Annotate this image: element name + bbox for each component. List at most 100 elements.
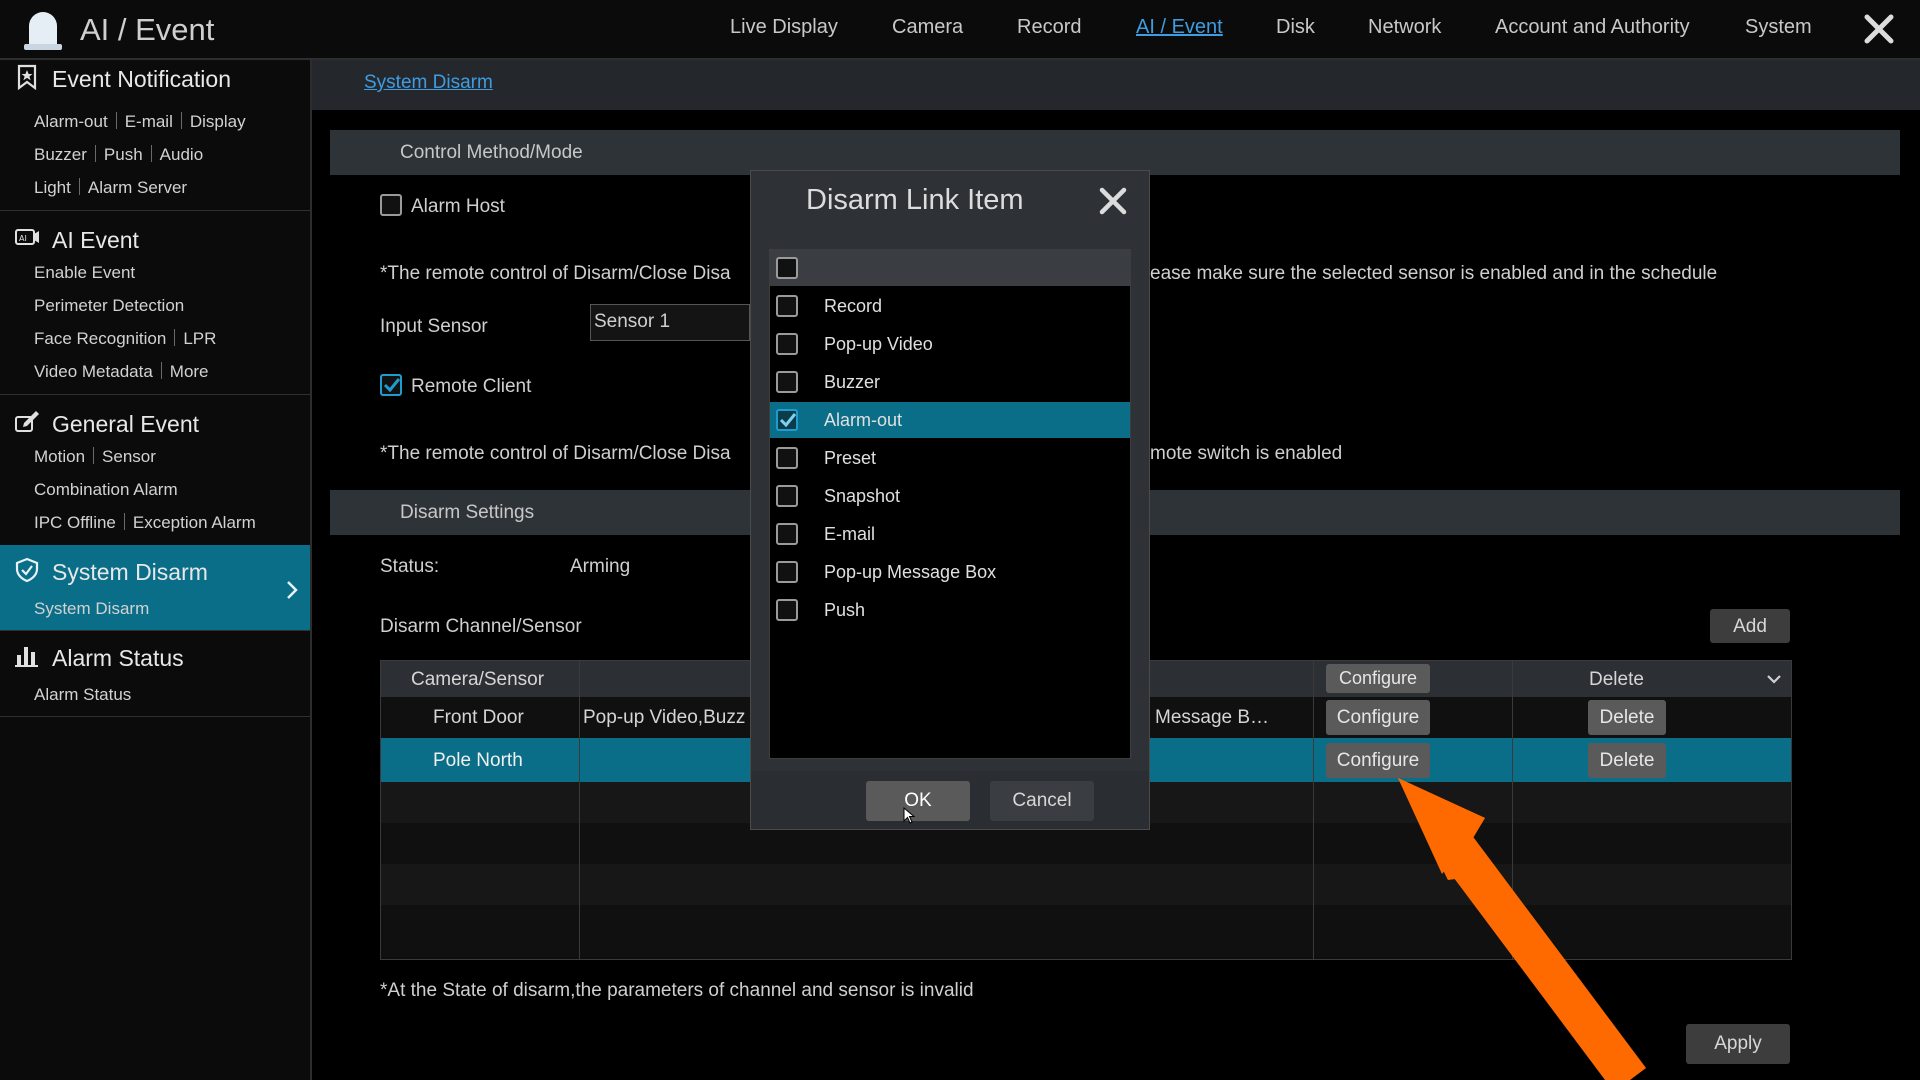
link-item-alarm-out[interactable]: Alarm-out (770, 402, 1130, 438)
sidebar-item-system-disarm[interactable]: System Disarm (34, 599, 149, 618)
close-icon[interactable] (1862, 12, 1896, 46)
shield-icon (15, 557, 39, 583)
sidebar-section-ai-event: AI AI Event Enable Event Perimeter Detec… (0, 211, 310, 395)
sidebar-item-alarm-status[interactable]: Alarm Status (34, 685, 131, 704)
section-title: Control Method/Mode (400, 142, 583, 163)
remote-client-note-tail: mote switch is enabled (1150, 443, 1343, 464)
configure-button[interactable]: Configure (1326, 700, 1430, 735)
sidebar-section-header[interactable]: Event Notification (0, 60, 310, 96)
sidebar-section-title: System Disarm (52, 559, 208, 585)
row-link-items-tail: Message B… (1155, 707, 1270, 728)
sidebar-item-alarm-out[interactable]: Alarm-out (34, 112, 108, 131)
sidebar-item-combination-alarm[interactable]: Combination Alarm (34, 480, 178, 499)
preset-checkbox[interactable] (776, 447, 798, 469)
link-item-popup-message-box[interactable]: Pop-up Message Box (770, 554, 1130, 590)
sidebar-section-header[interactable]: AI AI Event (0, 221, 310, 257)
link-item-label: Alarm-out (824, 410, 903, 430)
nav-live-display[interactable]: Live Display (730, 16, 838, 39)
sidebar-item-face-recognition[interactable]: Face Recognition (34, 329, 166, 348)
delete-button[interactable]: Delete (1588, 743, 1666, 778)
table-row-empty (381, 905, 1791, 957)
alarm-host-checkbox[interactable] (380, 194, 402, 216)
configure-button[interactable]: Configure (1326, 743, 1430, 778)
sidebar-section-header[interactable]: System Disarm (0, 553, 310, 589)
mouse-cursor-icon (903, 807, 916, 824)
record-checkbox[interactable] (776, 295, 798, 317)
sidebar-item-display[interactable]: Display (190, 112, 246, 131)
nav-account-and-authority[interactable]: Account and Authority (1495, 16, 1690, 39)
close-icon[interactable] (1097, 185, 1129, 217)
sidebar-item-buzzer[interactable]: Buzzer (34, 145, 87, 164)
sidebar-item-video-metadata[interactable]: Video Metadata (34, 362, 153, 381)
row-camera-name: Pole North (433, 750, 523, 771)
sidebar-item-perimeter-detection[interactable]: Perimeter Detection (34, 296, 184, 315)
alarm-host-label: Alarm Host (411, 196, 505, 217)
delete-button[interactable]: Delete (1588, 700, 1666, 735)
sidebar-item-more[interactable]: More (170, 362, 209, 381)
sidebar-item-light[interactable]: Light (34, 178, 71, 197)
chevron-right-icon (287, 581, 298, 599)
input-sensor-label: Input Sensor (380, 316, 488, 337)
input-sensor-select[interactable]: Sensor 1 (590, 304, 750, 341)
dialog-title: Disarm Link Item (806, 184, 1024, 216)
column-header-configure[interactable]: Configure (1326, 664, 1430, 693)
add-button[interactable]: Add (1710, 609, 1790, 643)
link-item-label: Preset (824, 448, 877, 468)
section-title: Disarm Settings (400, 502, 535, 523)
sidebar-item-audio[interactable]: Audio (160, 145, 203, 164)
row-link-items: Pop-up Video,Buzz (583, 707, 746, 728)
column-divider (1313, 661, 1314, 959)
sidebar-item-motion[interactable]: Motion (34, 447, 85, 466)
sidebar-item-email[interactable]: E-mail (125, 112, 173, 131)
checkmark-icon (383, 378, 401, 393)
nav-record[interactable]: Record (1017, 16, 1081, 39)
sidebar-section-alarm-status: Alarm Status Alarm Status (0, 631, 310, 717)
link-item-buzzer[interactable]: Buzzer (770, 364, 1130, 400)
link-item-record[interactable]: Record (770, 288, 1130, 324)
sidebar-item-enable-event[interactable]: Enable Event (34, 263, 135, 282)
alarm-host-note-tail: ease make sure the selected sensor is en… (1150, 263, 1718, 284)
ok-button[interactable]: OK (866, 781, 970, 821)
nav-ai-event[interactable]: AI / Event (1136, 16, 1223, 39)
table-row-empty (381, 864, 1791, 905)
sidebar: Event Notification Alarm-out E-mail Displa… (0, 60, 312, 1080)
link-item-label: E-mail (824, 524, 876, 544)
push-checkbox[interactable] (776, 599, 798, 621)
nav-system[interactable]: System (1745, 16, 1812, 39)
sidebar-item-push[interactable]: Push (104, 145, 143, 164)
snapshot-checkbox[interactable] (776, 485, 798, 507)
svg-text:AI: AI (19, 234, 27, 243)
link-item-email[interactable]: E-mail (770, 516, 1130, 552)
apply-button[interactable]: Apply (1686, 1024, 1790, 1064)
link-item-popup-video[interactable]: Pop-up Video (770, 326, 1130, 362)
link-item-snapshot[interactable]: Snapshot (770, 478, 1130, 514)
link-item-preset[interactable]: Preset (770, 440, 1130, 476)
popup-message-box-checkbox[interactable] (776, 561, 798, 583)
nav-network[interactable]: Network (1368, 16, 1441, 39)
sidebar-section-system-disarm[interactable]: System Disarm System Disarm (0, 545, 310, 631)
sidebar-item-lpr[interactable]: LPR (183, 329, 216, 348)
cancel-button[interactable]: Cancel (990, 781, 1094, 821)
buzzer-checkbox[interactable] (776, 371, 798, 393)
sidebar-section-title: AI Event (52, 227, 139, 253)
sidebar-item-ipc-offline[interactable]: IPC Offline (34, 513, 116, 532)
select-all-checkbox[interactable] (776, 257, 798, 279)
link-item-push[interactable]: Push (770, 592, 1130, 628)
sidebar-section-header[interactable]: General Event (0, 405, 310, 441)
alarm-host-note: *The remote control of Disarm/Close Disa (380, 263, 731, 284)
select-all-row[interactable] (770, 250, 1130, 286)
popup-video-checkbox[interactable] (776, 333, 798, 355)
chevron-down-icon[interactable] (1766, 673, 1782, 685)
sidebar-item-exception-alarm[interactable]: Exception Alarm (133, 513, 256, 532)
breadcrumb-system-disarm[interactable]: System Disarm (364, 72, 493, 94)
column-header-camera-sensor: Camera/Sensor (411, 669, 545, 690)
remote-client-checkbox[interactable] (380, 374, 402, 396)
sidebar-item-sensor[interactable]: Sensor (102, 447, 156, 466)
nav-disk[interactable]: Disk (1276, 16, 1315, 39)
bar-chart-icon (15, 647, 38, 667)
sidebar-item-alarm-server[interactable]: Alarm Server (88, 178, 187, 197)
alarm-out-checkbox[interactable] (776, 409, 798, 431)
email-checkbox[interactable] (776, 523, 798, 545)
nav-camera[interactable]: Camera (892, 16, 963, 39)
sidebar-section-header[interactable]: Alarm Status (0, 639, 310, 675)
